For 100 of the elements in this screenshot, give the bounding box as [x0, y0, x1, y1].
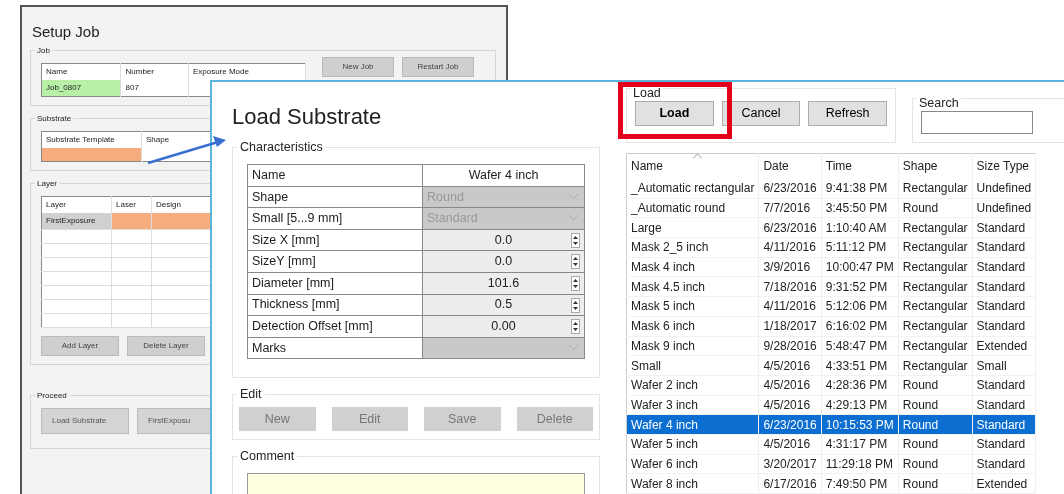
column-header[interactable]: Shape [898, 153, 973, 179]
table-cell: Small [972, 355, 1036, 376]
text-field[interactable]: Wafer 4 inch [422, 164, 585, 187]
table-cell: 3/20/2017 [758, 454, 822, 474]
chevron-down-icon [569, 344, 578, 350]
table-cell: Standard [972, 237, 1036, 258]
group-label: Proceed [35, 390, 69, 401]
table-cell: 5:12:06 PM [821, 296, 899, 317]
table-cell: Standard [972, 316, 1036, 336]
template-cell[interactable] [41, 147, 142, 162]
spin-field[interactable]: 0.0 [422, 229, 585, 251]
table-cell: Wafer 4 inch [626, 414, 759, 435]
table-cell: Rectangular [898, 316, 973, 336]
button[interactable]: Refresh [808, 101, 887, 126]
table-cell: Round [898, 395, 973, 415]
field-label: Thickness [mm] [247, 294, 423, 316]
comment-field[interactable] [247, 473, 585, 494]
table-cell: 807 [121, 79, 189, 96]
table-cell: 7/18/2016 [758, 276, 822, 297]
table-cell: Rectangular [898, 355, 973, 376]
table-cell: _Automatic rectangular [626, 178, 759, 199]
table-cell: 4/5/2016 [758, 395, 822, 415]
table-cell: Job_0807 [41, 79, 121, 96]
window-title: Setup Job [32, 22, 101, 42]
table-cell: 4/5/2016 [758, 355, 822, 376]
button[interactable]: Add Layer [41, 336, 119, 356]
table-cell: Mask 4.5 inch [626, 276, 759, 297]
field-label: Small [5...9 mm] [247, 207, 423, 230]
spinner-icon [571, 319, 580, 335]
spinner-icon [571, 232, 580, 248]
table-cell: Rectangular [898, 276, 973, 297]
table-cell: 11:29:18 PM [821, 454, 899, 474]
table-cell: Wafer 5 inch [626, 434, 759, 455]
table-cell: Round [898, 198, 973, 218]
group-label: Layer [35, 178, 59, 189]
button: Edit [331, 407, 408, 432]
table-cell: Wafer 2 inch [626, 375, 759, 396]
sort-icon [692, 154, 702, 159]
table-cell: 4/5/2016 [758, 434, 822, 455]
table-cell: Standard [972, 217, 1036, 238]
column-header[interactable]: Size Type [972, 153, 1036, 179]
table-cell: 9/28/2016 [758, 336, 822, 356]
table-cell: 9:41:38 PM [821, 178, 899, 199]
button[interactable]: New Job [322, 56, 394, 77]
field-label: Name [247, 164, 423, 187]
column-header[interactable]: Date [758, 153, 822, 179]
field-label: SizeY [mm] [247, 250, 423, 273]
table-cell: Round [898, 434, 973, 455]
table-cell: Standard [972, 276, 1036, 297]
search-field[interactable] [921, 111, 1033, 134]
column-header[interactable]: Time [821, 153, 899, 179]
column-header: Substrate Template [41, 131, 142, 148]
table-cell: Rectangular [898, 257, 973, 277]
table-cell: 1/18/2017 [758, 316, 822, 336]
button[interactable]: Restart Job [402, 56, 474, 77]
table-cell: 4/5/2016 [758, 375, 822, 396]
table-cell: 4:31:17 PM [821, 434, 899, 455]
table-cell: Mask 9 inch [626, 336, 759, 356]
table-cell: Rectangular [898, 296, 973, 317]
table-cell: 7/7/2016 [758, 198, 822, 218]
table-cell: _Automatic round [626, 198, 759, 218]
table-cell: Mask 6 inch [626, 316, 759, 336]
table-cell: Extended [972, 473, 1036, 494]
table-cell: Mask 2_5 inch [626, 237, 759, 258]
column-header: Exposure Mode [188, 63, 306, 80]
table-cell: Small [626, 355, 759, 376]
column-header: Name [41, 63, 121, 80]
table-cell: Standard [972, 257, 1036, 277]
spin-field[interactable]: 0.5 [422, 294, 585, 316]
table-cell: Standard [972, 296, 1036, 317]
table-cell: Rectangular [898, 217, 973, 238]
button[interactable]: Load [635, 101, 714, 126]
spinner-icon [571, 254, 580, 270]
table-cell: 3:45:50 PM [821, 198, 899, 218]
button[interactable]: Cancel [721, 101, 801, 126]
button: Load Substrate [41, 408, 129, 434]
field-label: Marks [247, 337, 423, 359]
table-cell: FirstExposure [41, 213, 112, 230]
spin-field[interactable]: 0.00 [422, 315, 585, 338]
column-header[interactable]: Name [626, 153, 759, 179]
table-cell: 4/11/2016 [758, 237, 822, 258]
dialog-title: Load Substrate [232, 103, 383, 131]
table-cell: 4:29:13 PM [821, 395, 899, 415]
table-cell: Standard [972, 454, 1036, 474]
table-cell: Round [898, 473, 973, 494]
button[interactable]: Delete Layer [127, 336, 205, 356]
table-cell: 6:16:02 PM [821, 316, 899, 336]
table-cell: Mask 4 inch [626, 257, 759, 277]
table-cell: 4/11/2016 [758, 296, 822, 317]
table-cell: Standard [972, 434, 1036, 455]
dropdown[interactable] [422, 337, 585, 359]
table-cell: 6/17/2016 [758, 473, 822, 494]
chevron-down-icon [569, 215, 578, 221]
spin-field[interactable]: 0.0 [422, 250, 585, 273]
spin-field[interactable]: 101.6 [422, 272, 585, 295]
table-cell: 10:00:47 PM [821, 257, 899, 277]
table-cell: 6/23/2016 [758, 178, 822, 199]
group-label: Search [917, 96, 961, 110]
table-cell: Wafer 3 inch [626, 395, 759, 415]
spinner-icon [571, 275, 580, 291]
